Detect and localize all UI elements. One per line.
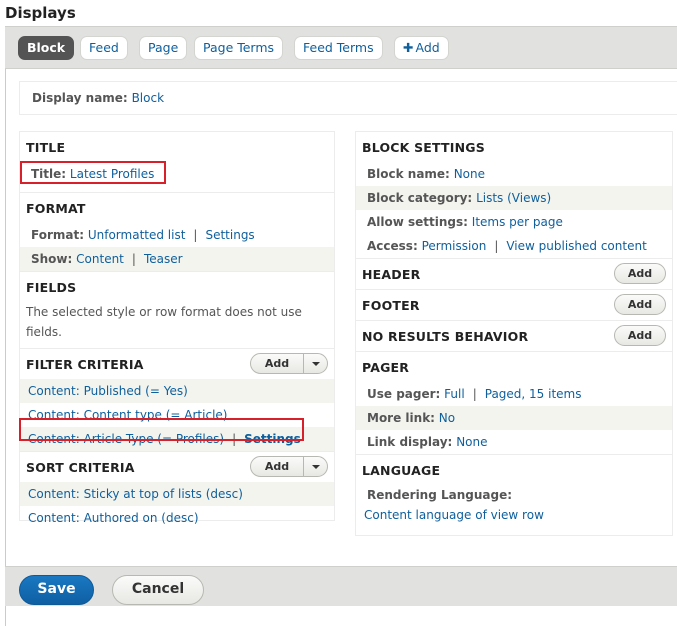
section-no-results: NO RESULTS BEHAVIOR Add	[356, 321, 672, 352]
tab-add-label: Add	[415, 40, 440, 55]
chevron-down-icon	[312, 465, 320, 469]
filter-link[interactable]: Content: Published (= Yes)	[28, 384, 188, 398]
section-fields: FIELDS The selected style or row format …	[20, 272, 334, 349]
use-pager-row: Use pager: Full | Paged, 15 items	[367, 387, 582, 401]
filter-add-label[interactable]: Add	[251, 354, 303, 373]
section-language: LANGUAGE Rendering Language: Content lan…	[356, 455, 672, 527]
cancel-button[interactable]: Cancel	[112, 575, 204, 605]
plus-icon: ✚	[403, 40, 414, 55]
section-heading: TITLE	[26, 140, 66, 155]
block-category-link[interactable]: Lists (Views)	[476, 191, 551, 205]
more-link-link[interactable]: No	[439, 411, 455, 425]
row-label: Block name:	[367, 167, 450, 181]
block-name-link[interactable]: None	[454, 167, 485, 181]
rendering-language-value-row: Content language of view row	[356, 505, 672, 527]
header-add-button[interactable]: Add	[614, 263, 666, 284]
tab-feed[interactable]: Feed	[80, 36, 128, 60]
row-label: More link:	[367, 411, 435, 425]
display-name-link[interactable]: Block	[132, 91, 164, 105]
allow-settings-row: Allow settings: Items per page	[356, 210, 672, 234]
form-actions-bar	[5, 566, 677, 606]
use-pager-link[interactable]: Full	[444, 387, 465, 401]
sort-add-button[interactable]: Add	[250, 456, 328, 477]
display-tabs: Block Feed Page Page Terms Feed Terms ✚ A…	[5, 26, 677, 69]
page-title: Displays	[5, 4, 76, 22]
row-label: Use pager:	[367, 387, 441, 401]
block-category-row: Block category: Lists (Views)	[356, 186, 672, 210]
row-label: Access:	[367, 239, 418, 253]
filter-highlight-box	[19, 418, 304, 441]
fields-note: The selected style or row format does no…	[26, 305, 302, 339]
tab-page[interactable]: Page	[139, 36, 188, 60]
filter-item: Content: Published (= Yes)	[20, 379, 334, 403]
section-header: HEADER Add	[356, 259, 672, 290]
save-button[interactable]: Save	[19, 575, 94, 605]
no-results-add-button[interactable]: Add	[614, 325, 666, 346]
chevron-down-icon	[312, 362, 320, 366]
allow-settings-link[interactable]: Items per page	[472, 215, 563, 229]
show-teaser-link[interactable]: Teaser	[144, 252, 183, 266]
tab-page-terms[interactable]: Page Terms	[194, 36, 284, 60]
show-row: Show: Content | Teaser	[20, 247, 334, 271]
section-heading: BLOCK SETTINGS	[362, 140, 485, 155]
section-heading: FORMAT	[26, 201, 86, 216]
row-label: Block category:	[367, 191, 473, 205]
format-row: Format: Unformatted list | Settings	[31, 228, 255, 242]
rendering-language-row: Rendering Language:	[356, 485, 672, 505]
link-display-row: Link display: None	[356, 430, 672, 454]
show-link[interactable]: Content	[76, 252, 124, 266]
filter-add-button[interactable]: Add	[250, 353, 328, 374]
row-label: Allow settings:	[367, 215, 468, 229]
sort-item: Content: Authored on (desc)	[20, 506, 334, 530]
block-name-row: Block name: None	[356, 162, 672, 186]
more-link-row: More link: No	[356, 406, 672, 430]
tab-add-display[interactable]: ✚ Add	[394, 36, 449, 60]
format-link[interactable]: Unformatted list	[88, 228, 186, 242]
sort-link[interactable]: Content: Authored on (desc)	[28, 511, 199, 525]
section-pager: PAGER Use pager: Full | Paged, 15 items Mo…	[356, 352, 672, 455]
section-heading: FIELDS	[26, 280, 77, 295]
tab-block[interactable]: Block	[18, 36, 75, 60]
title-highlight-box	[20, 161, 166, 184]
sort-add-label[interactable]: Add	[251, 457, 303, 476]
right-column: BLOCK SETTINGS Block name: None Block ca…	[355, 131, 673, 536]
row-label: Link display:	[367, 435, 453, 449]
section-block-settings: BLOCK SETTINGS Block name: None Block ca…	[356, 132, 672, 259]
section-format: FORMAT Format: Unformatted list | Settings…	[20, 193, 334, 272]
sort-add-dropdown[interactable]	[303, 457, 328, 476]
format-settings-link[interactable]: Settings	[205, 228, 254, 242]
tab-feed-terms[interactable]: Feed Terms	[294, 36, 383, 60]
access-row: Access: Permission | View published conten…	[367, 239, 647, 253]
display-name-label: Display name:	[32, 91, 128, 105]
left-column: TITLE Title: Latest Profiles FORMAT Form…	[19, 131, 335, 525]
section-heading: LANGUAGE	[362, 463, 441, 478]
section-footer: FOOTER Add	[356, 290, 672, 321]
section-heading: PAGER	[362, 360, 410, 375]
pager-items-link[interactable]: Paged, 15 items	[485, 387, 582, 401]
row-label: Rendering Language:	[367, 488, 513, 502]
access-link[interactable]: Permission	[422, 239, 487, 253]
access-permission-link[interactable]: View published content	[506, 239, 646, 253]
section-sort-criteria: SORT CRITERIA Add Content: Sticky at top…	[20, 452, 334, 530]
filter-add-dropdown[interactable]	[303, 354, 328, 373]
rendering-language-link[interactable]: Content language of view row	[364, 508, 544, 522]
format-label: Format:	[31, 228, 85, 242]
footer-add-button[interactable]: Add	[614, 294, 666, 315]
show-label: Show:	[31, 252, 73, 266]
sort-link[interactable]: Content: Sticky at top of lists (desc)	[28, 487, 243, 501]
link-display-link[interactable]: None	[456, 435, 487, 449]
display-name-row: Display name: Block	[19, 81, 677, 115]
sort-item: Content: Sticky at top of lists (desc)	[20, 482, 334, 506]
